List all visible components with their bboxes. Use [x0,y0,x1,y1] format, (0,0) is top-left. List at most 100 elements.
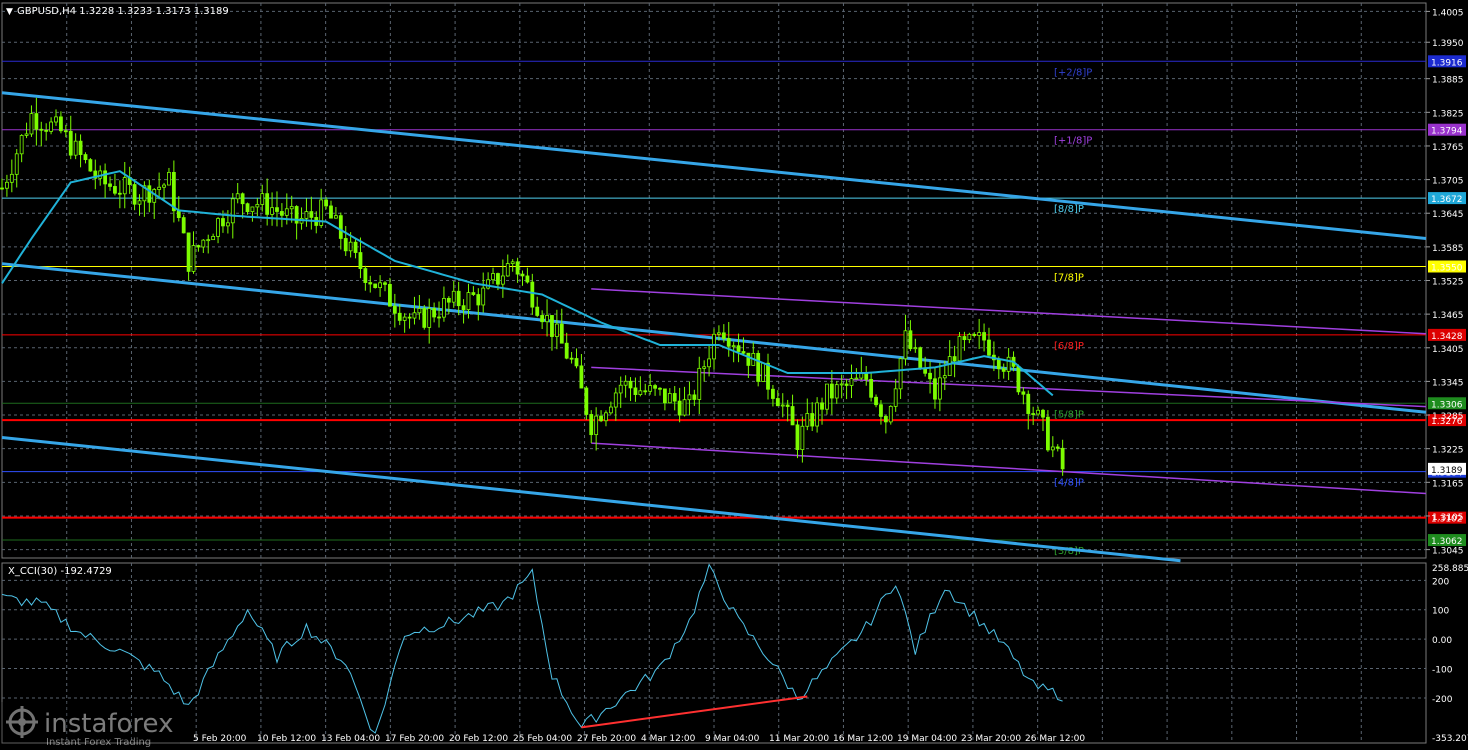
candle-body [432,308,437,318]
instaforex-watermark: instaforex Instant Forex Trading [0,702,180,750]
candle-body [972,333,977,336]
candle-body [476,294,481,306]
candle-body [785,404,790,407]
candle-body [373,283,378,288]
candle-body [363,268,368,283]
candle-body [800,425,805,451]
candle-body [623,380,628,386]
candle-body [795,424,800,451]
price-axis-tick-label: 1.3045 [1432,547,1464,557]
cci-axis-tick-label: 258.8859 [1432,564,1468,574]
candle-body [235,193,240,200]
candle-body [358,252,363,269]
candle-body [83,154,88,161]
candle-body [132,184,137,205]
candle-body [967,333,972,341]
candle-body [677,400,682,416]
candle-body [108,183,112,187]
murrey-level-label: [4/8]P [1054,478,1084,489]
channel-line-blue [1,435,1181,563]
candle-body [260,193,265,205]
chart-canvas[interactable]: [+2/8]P 1.3916 [+1/8]P 1.3794 [8/8]P 1.3672 [7… [0,0,1468,750]
candle-body [44,129,49,132]
candle-body [805,413,810,427]
candle-body [329,205,333,219]
time-axis-label: 20 Feb 12:00 [449,734,508,744]
candle-body [510,261,515,265]
candle-body [1001,368,1006,372]
candle-body [545,315,549,323]
candle-body [604,412,608,422]
candle-body [407,316,412,319]
price-axis-tick-label: 1.3645 [1432,210,1464,220]
candle-body [825,383,829,410]
candle-body [771,388,775,399]
time-axis-label: 25 Feb 04:00 [513,734,572,744]
channel-line-violet [591,442,1427,495]
time-axis-label: 11 Mar 20:00 [769,734,829,744]
time-axis-label: 13 Feb 04:00 [321,734,380,744]
candle-body [265,193,270,215]
price-axis-tick-label: 1.3525 [1432,278,1464,288]
candle-body [157,186,162,190]
candle-body [628,380,633,389]
candle-body [608,406,613,414]
symbol-dropdown-icon[interactable]: ▼ [6,7,13,17]
time-axis-label: 27 Feb 20:00 [577,734,636,744]
time-axis-label: 9 Mar 04:00 [705,734,760,744]
candle-body [928,372,932,380]
candle-body [589,414,594,436]
candle-body [167,171,171,186]
cci-divergence-line [581,695,808,729]
price-axis-tick-label: 1.4005 [1432,8,1464,18]
candle-body [766,362,770,390]
candle-body [216,218,220,237]
candle-body [726,338,731,347]
candle-body [1021,391,1026,395]
candle-body [171,171,176,212]
candle-body [309,211,314,218]
candle-body [201,239,206,248]
candle-body [5,181,9,189]
candle-body [24,133,29,136]
candle-body [707,358,711,368]
candle-body [942,375,947,379]
candle-body [913,347,918,350]
time-axis-label: 16 Mar 12:00 [833,734,893,744]
candle-body [196,245,201,248]
candle-body [839,383,844,386]
candle-body [574,358,579,367]
cci-axis-tick-label: 100 [1432,607,1449,617]
murrey-level-price-tag-text: 1.3794 [1431,127,1463,137]
candle-body [559,323,564,344]
candle-body [982,332,986,341]
candle-body [343,238,348,252]
candle-body [122,177,127,195]
time-axis-label: 17 Feb 20:00 [385,734,444,744]
murrey-level-price-tag-text: 1.3550 [1431,263,1463,273]
candle-body [829,383,834,399]
candle-body [687,394,692,401]
price-axis-tick-label: 1.3705 [1432,177,1464,187]
time-axis-label: 4 Mar 12:00 [641,734,696,744]
candle-body [402,316,407,321]
candle-body [662,388,667,404]
candle-body [883,416,888,423]
candle-body [446,298,451,303]
candle-body [712,333,716,360]
time-axis-label: 5 Feb 20:00 [193,734,247,744]
candle-body [250,206,255,213]
candle-body [653,385,657,389]
price-axis-tick-label: 1.3405 [1432,345,1464,355]
candle-body [113,186,117,194]
candle-body [520,273,525,277]
candle-body [0,187,4,190]
candle-body [225,222,230,227]
candle-body [191,245,196,272]
candle-body [648,385,653,392]
murrey-level-label: [+2/8]P [1054,67,1092,78]
candle-body [397,312,402,321]
time-axis-label: 19 Mar 04:00 [897,734,957,744]
candle-body [437,316,441,319]
candle-body [14,153,19,175]
